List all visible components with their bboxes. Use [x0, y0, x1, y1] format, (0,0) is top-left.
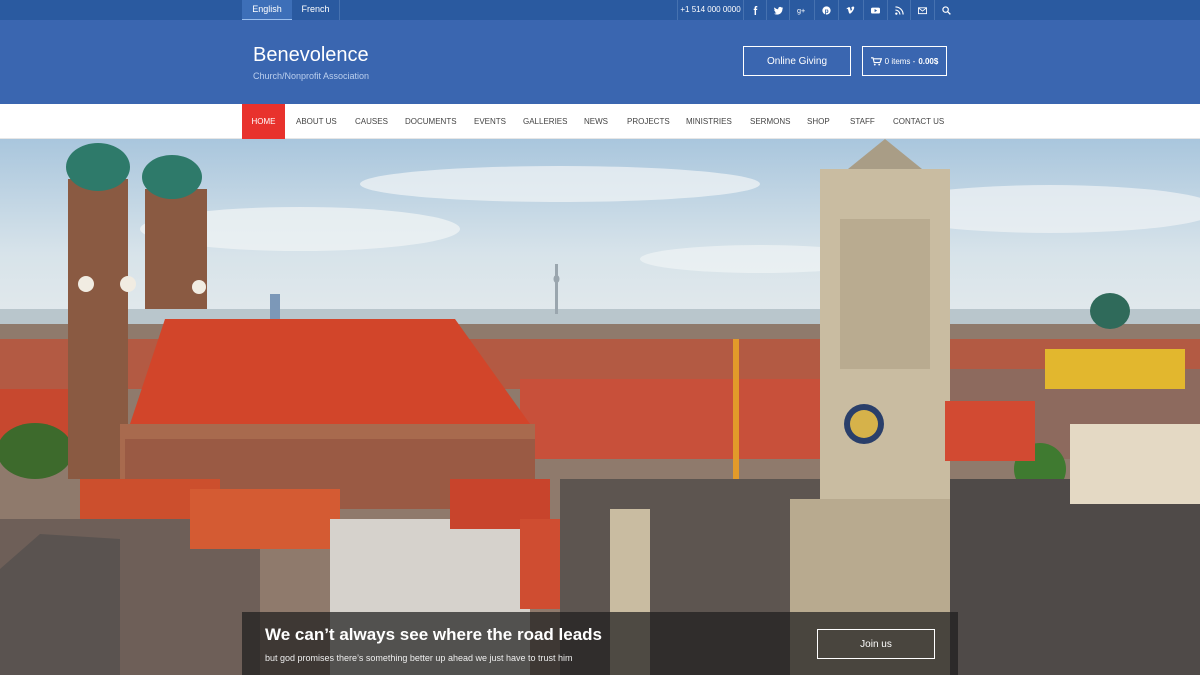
facebook-icon[interactable] — [743, 0, 766, 20]
nav-causes[interactable]: CAUSES — [355, 104, 388, 139]
nav-home[interactable]: HOME — [242, 104, 285, 139]
site-tagline: Church/Nonprofit Association — [253, 71, 370, 81]
svg-text:p: p — [824, 8, 828, 15]
rss-icon[interactable] — [887, 0, 910, 20]
top-bar: English French +1 514 000 0000 g+ p — [0, 0, 1200, 20]
google-plus-icon[interactable]: g+ — [789, 0, 812, 20]
nav-projects[interactable]: PROJECTS — [627, 104, 670, 139]
cart-button[interactable]: 0 items - 0.00$ — [862, 46, 947, 76]
nav-documents[interactable]: DOCUMENTS — [405, 104, 457, 139]
cart-icon — [870, 56, 882, 65]
nav-galleries[interactable]: GALLERIES — [523, 104, 567, 139]
language-english[interactable]: English — [242, 0, 292, 20]
search-icon[interactable] — [934, 0, 957, 20]
vimeo-icon[interactable] — [838, 0, 861, 20]
nav-about-us[interactable]: ABOUT US — [296, 104, 337, 139]
site-header: Benevolence Church/Nonprofit Association… — [0, 20, 1200, 104]
nav-news[interactable]: NEWS — [584, 104, 608, 139]
cart-total: 0.00$ — [918, 56, 939, 66]
hero-slider: We can’t always see where the road leads… — [0, 139, 1200, 675]
phone-number: +1 514 000 0000 — [677, 0, 743, 20]
main-nav: HOME ABOUT US CAUSES DOCUMENTS EVENTS GA… — [0, 104, 1200, 139]
site-title[interactable]: Benevolence — [253, 44, 369, 67]
hero-title: We can’t always see where the road leads — [265, 625, 603, 644]
pinterest-icon[interactable]: p — [814, 0, 837, 20]
twitter-icon[interactable] — [766, 0, 789, 20]
nav-ministries[interactable]: MINISTRIES — [686, 104, 732, 139]
youtube-icon[interactable] — [863, 0, 886, 20]
nav-staff[interactable]: STAFF — [850, 104, 875, 139]
hero-subtitle: but god promises there’s something bette… — [265, 653, 573, 663]
nav-sermons[interactable]: SERMONS — [750, 104, 790, 139]
nav-contact-us[interactable]: CONTACT US — [893, 104, 944, 139]
language-french[interactable]: French — [292, 0, 340, 20]
mail-icon[interactable] — [910, 0, 933, 20]
nav-shop[interactable]: SHOP — [807, 104, 830, 139]
svg-text:g+: g+ — [797, 6, 805, 15]
hero-image — [0, 139, 1200, 675]
hero-caption: We can’t always see where the road leads… — [242, 612, 958, 675]
cart-items: 0 items - — [884, 56, 916, 66]
online-giving-button[interactable]: Online Giving — [743, 46, 851, 76]
nav-events[interactable]: EVENTS — [474, 104, 506, 139]
join-us-button[interactable]: Join us — [817, 629, 935, 659]
